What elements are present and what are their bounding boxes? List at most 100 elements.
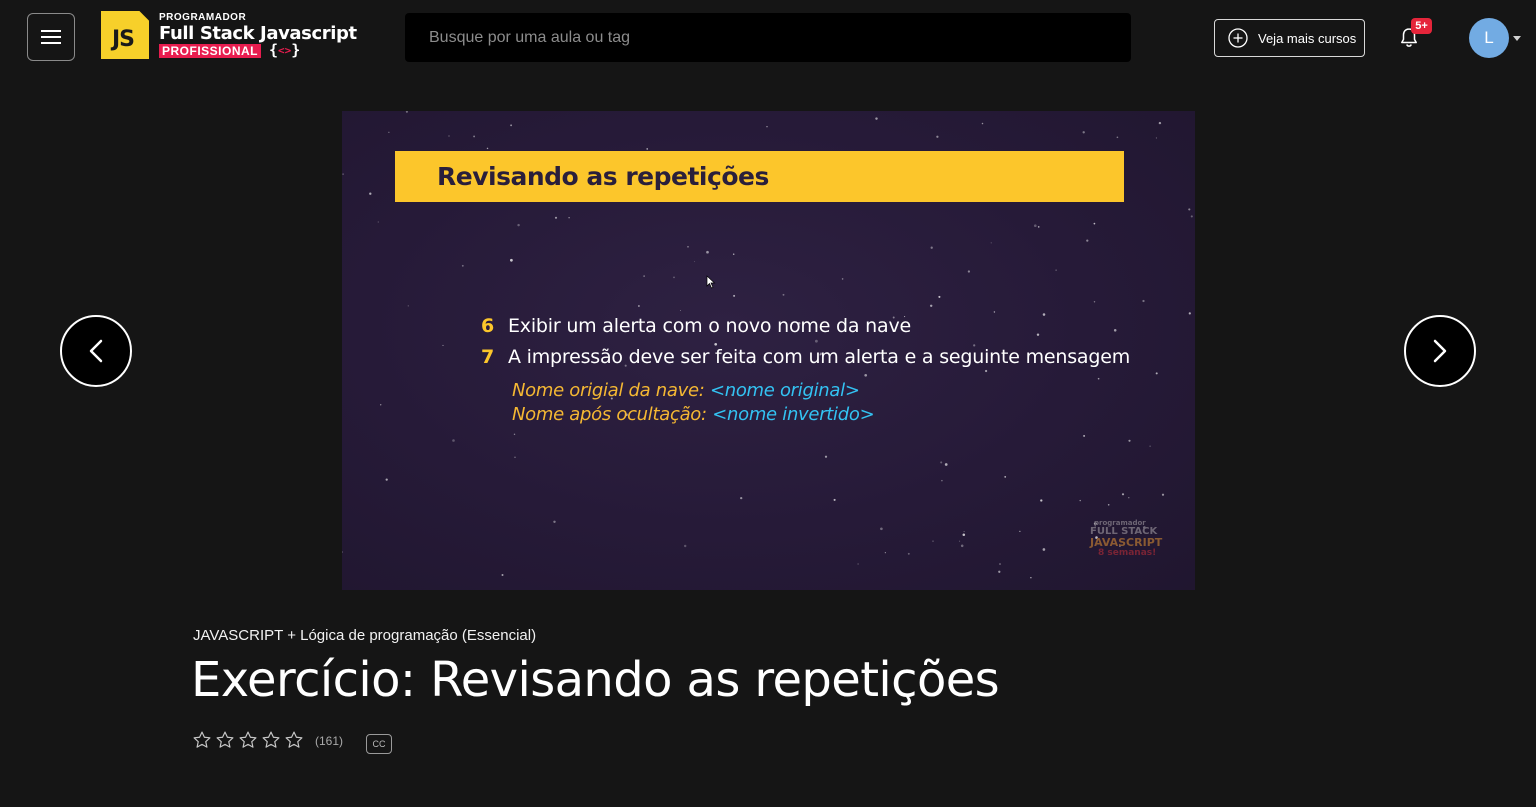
star-dot	[841, 278, 844, 280]
star-dot	[824, 455, 828, 458]
star-dot	[1161, 493, 1165, 496]
star-dot	[1188, 312, 1191, 315]
star-dot	[405, 111, 408, 113]
star-dot	[1188, 208, 1191, 211]
star-dot	[1149, 445, 1151, 447]
user-avatar[interactable]: L	[1469, 18, 1509, 58]
star-dot	[510, 258, 513, 262]
star-dot	[733, 294, 736, 297]
star-dot	[1086, 239, 1089, 242]
star-dot	[643, 275, 645, 277]
star-dot	[880, 527, 883, 531]
course-logo[interactable]: JS PROGRAMADOR Full Stack Javascript PRO…	[101, 11, 357, 61]
star-dot	[706, 250, 709, 254]
star-dot	[461, 264, 464, 267]
star-dot	[960, 544, 964, 548]
star-icon[interactable]	[215, 730, 235, 750]
star-dot	[369, 192, 372, 195]
star-dot	[1116, 136, 1119, 139]
star-dot	[377, 221, 379, 223]
logo-brace: {<>}	[269, 41, 301, 59]
star-dot	[981, 122, 984, 125]
notification-badge: 5+	[1411, 18, 1432, 34]
star-dot	[732, 253, 735, 255]
star-rating[interactable]	[192, 729, 307, 751]
star-dot	[998, 570, 1001, 573]
star-dot	[984, 369, 988, 373]
star-dot	[1030, 577, 1032, 579]
star-dot	[1033, 224, 1037, 228]
star-dot	[963, 530, 965, 533]
star-dot	[1093, 301, 1096, 303]
hamburger-menu-icon	[41, 30, 61, 44]
star-dot	[388, 131, 390, 133]
star-dot	[1040, 499, 1043, 502]
logo-subtitle: PROGRAMADOR	[159, 12, 247, 23]
star-dot	[679, 309, 682, 312]
star-dot	[1155, 137, 1157, 139]
star-dot	[1083, 434, 1086, 437]
star-dot	[452, 439, 455, 442]
closed-captions-button[interactable]: CC	[366, 734, 392, 754]
star-dot	[1036, 333, 1040, 336]
top-header: JS PROGRAMADOR Full Stack Javascript PRO…	[0, 0, 1536, 76]
more-courses-button[interactable]: Veja mais cursos	[1214, 19, 1365, 57]
search-input[interactable]	[405, 13, 1131, 62]
star-dot	[1128, 439, 1131, 442]
menu-button[interactable]	[27, 13, 75, 61]
star-dot	[990, 242, 992, 244]
star-dot	[568, 217, 570, 219]
star-icon[interactable]	[192, 730, 212, 750]
star-dot	[936, 135, 939, 138]
star-dot	[1113, 329, 1117, 332]
star-dot	[1142, 299, 1145, 303]
star-dot	[930, 246, 933, 249]
star-dot	[513, 433, 516, 436]
star-icon[interactable]	[238, 730, 258, 750]
star-dot	[1079, 499, 1081, 502]
star-dot	[448, 135, 450, 137]
star-icon[interactable]	[261, 730, 281, 750]
star-icon[interactable]	[284, 730, 304, 750]
chevron-left-icon	[89, 339, 103, 363]
star-dot	[385, 478, 388, 481]
mouse-cursor-icon	[706, 275, 716, 289]
star-dot	[962, 533, 966, 536]
rating-count: (161)	[315, 734, 344, 748]
star-dot	[342, 173, 344, 175]
star-dot	[1121, 493, 1125, 496]
video-player[interactable]: Revisando as repetições 6 Exibir um alert…	[342, 111, 1195, 590]
logo-tag: PROFISSIONAL	[159, 44, 262, 58]
star-dot	[646, 148, 649, 150]
js-logo-text: JS	[112, 27, 135, 52]
star-dot	[1097, 377, 1100, 380]
js-logo-badge: JS	[101, 11, 149, 59]
star-dot	[1082, 131, 1085, 134]
star-dot	[407, 305, 409, 307]
star-dot	[1037, 226, 1040, 228]
slide-message-line-2: Nome após ocultação: <nome invertido>	[512, 404, 875, 425]
star-dot	[1190, 215, 1193, 218]
star-dot	[554, 216, 558, 219]
star-dot	[694, 261, 696, 263]
star-dot	[687, 245, 689, 248]
star-dot	[637, 305, 640, 307]
star-dot	[380, 404, 382, 406]
star-dot	[857, 563, 859, 565]
star-dot	[1004, 476, 1007, 478]
slide-item-7: 7A impressão deve ser feita com um alert…	[481, 346, 1131, 368]
course-name[interactable]: JAVASCRIPT + Lógica de programação (Esse…	[193, 627, 536, 644]
star-dot	[442, 344, 444, 346]
star-dot	[938, 295, 941, 298]
previous-lesson-button[interactable]	[60, 315, 132, 387]
star-dot	[1042, 548, 1046, 551]
star-dot	[959, 540, 961, 542]
star-dot	[1019, 530, 1021, 532]
next-lesson-button[interactable]	[1404, 315, 1476, 387]
slide-item-6: 6 Exibir um alerta com o novo nome da nav…	[481, 315, 911, 337]
chevron-down-icon[interactable]	[1513, 36, 1521, 41]
course-watermark: programador FULL STACK JAVASCRIPT 8 sema…	[1090, 519, 1163, 558]
star-dot	[1093, 222, 1096, 225]
star-dot	[907, 552, 910, 555]
plus-circle-icon	[1228, 28, 1248, 48]
